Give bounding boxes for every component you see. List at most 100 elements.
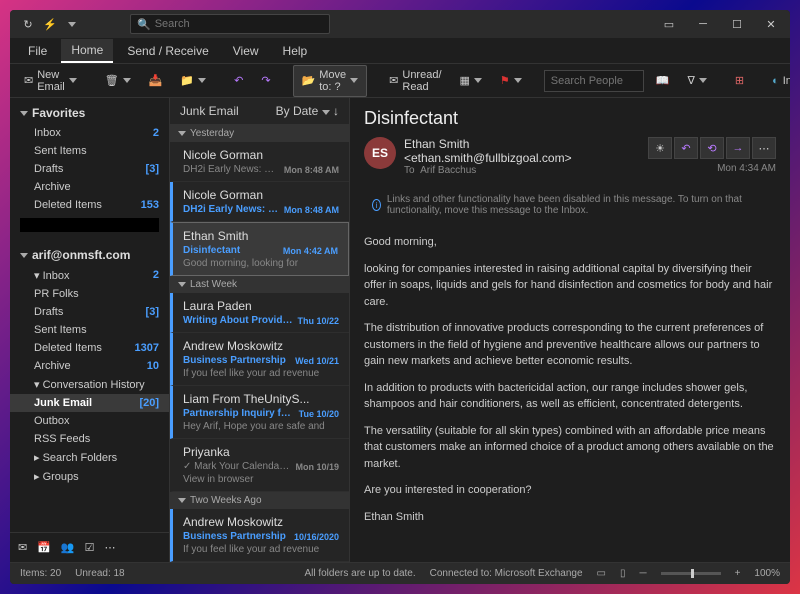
- more-nav-icon[interactable]: ⋯: [105, 541, 116, 554]
- status-items: Items: 20: [20, 568, 61, 579]
- search-icon: 🔍: [137, 18, 151, 31]
- sort-button[interactable]: By Date ↓: [276, 104, 339, 118]
- nav-item-rss-feeds[interactable]: RSS Feeds: [10, 430, 169, 448]
- nav-item-drafts[interactable]: Drafts[3]: [10, 160, 169, 178]
- tab-file[interactable]: File: [18, 40, 57, 62]
- like-button[interactable]: ☀: [648, 137, 672, 159]
- addins-button[interactable]: ⊞: [729, 71, 750, 90]
- zoom-out-button[interactable]: ─: [639, 568, 646, 579]
- message-item[interactable]: Ethan SmithDisinfectantMon 4:42 AMGood m…: [170, 222, 349, 276]
- message-item[interactable]: Laura PadenWriting About Providing To...…: [170, 293, 349, 333]
- nav-item-deleted-items[interactable]: Deleted Items153: [10, 196, 169, 214]
- reply-all-button[interactable]: ⟲: [700, 137, 724, 159]
- status-bar: Items: 20 Unread: 18 All folders are up …: [10, 562, 790, 584]
- nav-item-deleted-items[interactable]: Deleted Items1307: [10, 339, 169, 357]
- nav-item-drafts[interactable]: Drafts[3]: [10, 303, 169, 321]
- zoom-in-button[interactable]: +: [735, 568, 741, 579]
- address-book-button[interactable]: 📖: [650, 71, 676, 90]
- more-actions-button[interactable]: ⋯: [752, 137, 776, 159]
- redo-button[interactable]: ↷: [255, 71, 276, 90]
- ribbon-toolbar: ✉ New Email 🗑 📥 📁 ↶ ↷ 📂 Move to: ? ✉ Unr…: [10, 64, 790, 98]
- book-icon: 📖: [656, 74, 670, 87]
- message-item[interactable]: Andrew MoskowitzBusiness PartnershipWed …: [170, 333, 349, 386]
- maximize-icon[interactable]: ☐: [722, 10, 752, 38]
- forward-button[interactable]: →: [726, 137, 750, 159]
- nav-item-sent-items[interactable]: Sent Items: [10, 142, 169, 160]
- group-header[interactable]: Two Weeks Ago: [170, 492, 349, 509]
- grid-icon: ⊞: [735, 74, 744, 87]
- insights-button[interactable]: ◐ Insights: [766, 72, 790, 90]
- sender-avatar: ES: [364, 137, 396, 169]
- archive-button[interactable]: 📥: [143, 71, 169, 90]
- body-paragraph: looking for companies interested in rais…: [364, 261, 776, 311]
- ribbon-toggle-icon[interactable]: ▭: [654, 10, 684, 38]
- global-search[interactable]: 🔍: [130, 14, 330, 34]
- search-people-input[interactable]: [544, 70, 644, 92]
- tab-send-receive[interactable]: Send / Receive: [117, 40, 218, 62]
- sweep-button[interactable]: 📁: [174, 71, 212, 90]
- nav-item-pr-folks[interactable]: PR Folks: [10, 285, 169, 303]
- zoom-slider[interactable]: [661, 572, 721, 575]
- unread-read-button[interactable]: ✉ Unread/ Read: [383, 66, 447, 96]
- tab-help[interactable]: Help: [273, 40, 318, 62]
- tab-view[interactable]: View: [223, 40, 269, 62]
- nav-item-inbox[interactable]: ▾ Inbox2: [10, 266, 169, 285]
- reply-button[interactable]: ↶: [674, 137, 698, 159]
- nav-item-archive[interactable]: Archive: [10, 178, 169, 196]
- title-bar: ↻ ⚡ 🔍 ▭ ─ ☐ ✕: [10, 10, 790, 38]
- status-sync: All folders are up to date.: [304, 568, 415, 579]
- message-item[interactable]: Liam From TheUnityS...Partnership Inquir…: [170, 386, 349, 439]
- message-body: Good morning,looking for companies inter…: [350, 226, 790, 562]
- new-email-button[interactable]: ✉ New Email: [18, 66, 83, 96]
- nav-item-junk-email[interactable]: Junk Email[20]: [10, 394, 169, 412]
- flag-button[interactable]: ⚑: [494, 71, 528, 90]
- account-header[interactable]: arif@onmsft.com: [10, 244, 169, 266]
- dropdown-icon[interactable]: [64, 16, 80, 32]
- ribbon-tabs: File Home Send / Receive View Help: [10, 38, 790, 64]
- body-paragraph: The versatility (suitable for all skin t…: [364, 423, 776, 473]
- favorites-header[interactable]: Favorites: [10, 102, 169, 124]
- nav-item-conversation-history[interactable]: ▾ Conversation History: [10, 375, 169, 394]
- message-item[interactable]: Nicole GormanDH2i Early News: DxOdysse..…: [170, 182, 349, 222]
- filter-icon: ∇: [688, 74, 695, 87]
- move-to-button[interactable]: 📂 Move to: ?: [293, 65, 368, 97]
- mail-nav-icon[interactable]: ✉: [18, 541, 27, 554]
- minimize-icon[interactable]: ─: [688, 10, 718, 38]
- reading-subject: Disinfectant: [364, 108, 776, 129]
- nav-groups[interactable]: ▸ Groups: [10, 467, 169, 486]
- category-icon: ▦: [460, 74, 470, 87]
- calendar-nav-icon[interactable]: 📅: [37, 541, 51, 554]
- tab-home[interactable]: Home: [61, 39, 113, 63]
- categorize-button[interactable]: ▦: [454, 71, 488, 90]
- nav-item-sent-items[interactable]: Sent Items: [10, 321, 169, 339]
- nav-item-archive[interactable]: Archive10: [10, 357, 169, 375]
- folder-nav: Favorites Inbox2Sent ItemsDrafts[3]Archi…: [10, 98, 170, 562]
- redo-icon: ↷: [261, 74, 270, 87]
- group-header[interactable]: Last Week: [170, 276, 349, 293]
- search-input[interactable]: [155, 18, 323, 30]
- envelope-icon: ✉: [389, 74, 398, 87]
- archive-icon: 📥: [149, 74, 163, 87]
- close-icon[interactable]: ✕: [756, 10, 786, 38]
- message-item[interactable]: Priyanka✓ Mark Your Calendars to M...Mon…: [170, 439, 349, 492]
- people-nav-icon[interactable]: 👥: [61, 541, 75, 554]
- nav-item-outbox[interactable]: Outbox: [10, 412, 169, 430]
- quick-icon[interactable]: ⚡: [42, 16, 58, 32]
- filter-button[interactable]: ∇: [682, 71, 713, 90]
- folder-title: Junk Email: [180, 104, 239, 118]
- info-icon: i: [372, 199, 381, 211]
- nav-search-folders[interactable]: ▸ Search Folders: [10, 448, 169, 467]
- message-item[interactable]: Andrew MoskowitzBusiness Partnership10/1…: [170, 509, 349, 562]
- group-header[interactable]: Yesterday: [170, 125, 349, 142]
- message-item[interactable]: Nicole GormanDH2i Early News: DxOdyssey …: [170, 142, 349, 182]
- undo-button[interactable]: ↶: [228, 71, 249, 90]
- view-normal-icon[interactable]: ▭: [597, 568, 606, 579]
- trash-icon: 🗑: [105, 74, 119, 87]
- mail-icon: ✉: [24, 74, 33, 87]
- view-reading-icon[interactable]: ▯: [620, 568, 626, 579]
- sync-icon[interactable]: ↻: [20, 16, 36, 32]
- body-paragraph: The distribution of innovative products …: [364, 320, 776, 370]
- tasks-nav-icon[interactable]: ☑: [85, 541, 95, 554]
- delete-button[interactable]: 🗑: [99, 71, 137, 90]
- nav-item-inbox[interactable]: Inbox2: [10, 124, 169, 142]
